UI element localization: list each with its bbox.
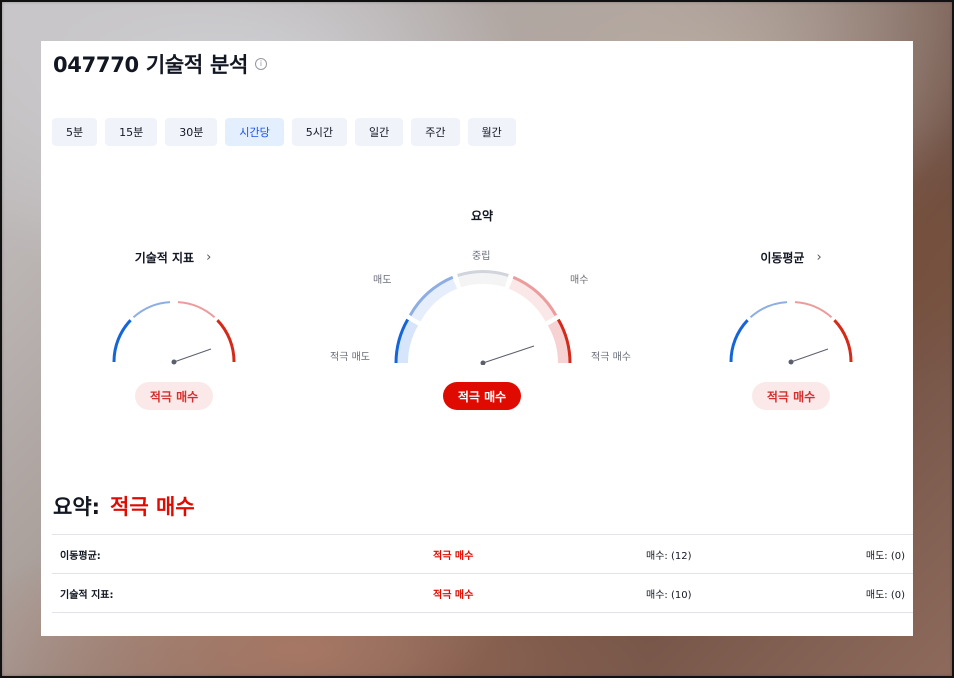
oscillators-gauge — [112, 301, 236, 365]
chevron-right-icon: › — [206, 250, 212, 265]
ma-needle-hub — [788, 359, 794, 365]
oscillators-arc-buy — [177, 301, 216, 319]
table-row: 기술적 지표: 적극 매수 매수: (10) 매도: (0) — [52, 573, 913, 613]
summary-label-buy: 매수 — [570, 275, 589, 286]
summary-value: 적극 매수 — [110, 495, 195, 519]
summary-label-strong-sell: 적극 매도 — [330, 352, 370, 363]
ma-needle — [790, 348, 829, 363]
ma-arc-buy — [794, 301, 833, 319]
moving-averages-gauge-block: 이동평균 › — [731, 249, 851, 266]
moving-averages-result-badge: 적극 매수 — [752, 382, 830, 410]
tab-monthly[interactable]: 월간 — [467, 118, 516, 146]
ma-arc-sell — [749, 301, 788, 319]
oscillators-arc-strong-buy — [216, 319, 236, 363]
page-title: 047770 기술적 분석 — [53, 53, 248, 77]
summary-table: 이동평균: 적극 매수 매수: (12) 매도: (0) 기술적 지표: 적극 … — [52, 534, 913, 613]
tab-15min[interactable]: 15분 — [105, 118, 158, 146]
row-sell-count: 매도: (0) — [865, 550, 905, 562]
oscillators-link[interactable]: 기술적 지표 › — [113, 249, 233, 266]
tab-5min[interactable]: 5분 — [52, 118, 98, 146]
summary-gauge — [394, 270, 572, 365]
moving-averages-title: 이동평균 — [760, 251, 805, 265]
moving-averages-link[interactable]: 이동평균 › — [731, 249, 851, 266]
timeframe-tabs: 5분 15분 30분 시간당 5시간 일간 주간 월간 — [52, 118, 524, 146]
tab-daily[interactable]: 일간 — [355, 118, 404, 146]
ma-arc-strong-sell — [729, 319, 749, 363]
oscillators-needle — [173, 348, 212, 363]
row-buy-count: 매수: (12) — [646, 550, 692, 562]
ma-arc-strong-buy — [833, 319, 853, 363]
moving-averages-gauge — [729, 301, 853, 365]
oscillators-gauge-block: 기술적 지표 › — [113, 249, 233, 266]
summary-line: 요약: 적극 매수 — [53, 491, 195, 521]
oscillators-arc-sell — [132, 301, 171, 319]
oscillators-title: 기술적 지표 — [134, 251, 195, 265]
row-buy-count: 매수: (10) — [646, 589, 692, 601]
summary-label: 요약: — [53, 495, 101, 519]
row-sell-count: 매도: (0) — [865, 589, 905, 601]
technical-analysis-panel: 047770 기술적 분석 i 5분 15분 30분 시간당 5시간 일간 주간… — [41, 41, 913, 636]
summary-result-badge: 적극 매수 — [443, 382, 521, 410]
tab-weekly[interactable]: 주간 — [411, 118, 460, 146]
summary-gauge-title: 요약 — [470, 209, 494, 223]
summary-needle — [482, 345, 535, 364]
row-verdict: 적극 매수 — [433, 550, 474, 562]
summary-band-neutral — [457, 271, 509, 288]
summary-label-sell: 매도 — [373, 275, 392, 286]
tab-5hour[interactable]: 5시간 — [291, 118, 347, 146]
info-icon[interactable]: i — [255, 58, 267, 70]
summary-needle-hub — [480, 360, 486, 365]
summary-label-neutral: 중립 — [472, 251, 491, 262]
tab-30min[interactable]: 30분 — [165, 118, 218, 146]
summary-label-strong-buy: 적극 매수 — [591, 352, 631, 363]
chevron-right-icon: › — [816, 250, 822, 265]
row-name: 기술적 지표: — [60, 589, 114, 601]
row-name: 이동평균: — [60, 550, 101, 562]
table-row: 이동평균: 적극 매수 매수: (12) 매도: (0) — [52, 534, 913, 573]
oscillators-result-badge: 적극 매수 — [135, 382, 213, 410]
oscillators-needle-hub — [171, 359, 177, 365]
title-row: 047770 기술적 분석 i — [53, 49, 267, 79]
tab-hourly[interactable]: 시간당 — [225, 118, 284, 146]
row-verdict: 적극 매수 — [433, 589, 474, 601]
oscillators-arc-strong-sell — [112, 319, 132, 363]
